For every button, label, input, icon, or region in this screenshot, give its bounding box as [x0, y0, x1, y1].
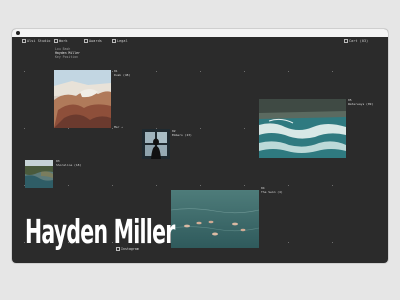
nav-legal-label: Legal	[117, 39, 128, 43]
grid-dot	[332, 242, 333, 243]
nav-legal[interactable]: Legal	[112, 39, 128, 43]
wordmark-logo[interactable]: Hayden Miller	[25, 215, 175, 248]
grid-dot	[288, 71, 289, 72]
project-tag-embers: 02 Embers (23)	[172, 129, 192, 138]
project-thumbnail-shoreline[interactable]	[25, 160, 53, 188]
nav-awards-label: Awards	[89, 39, 102, 43]
browser-window: Alsi Studio Work Awards Legal Cart (03) …	[12, 29, 388, 263]
project-thumbnail-the-swim[interactable]	[171, 190, 259, 248]
square-icon	[22, 39, 26, 43]
project-thumbnail-waterways[interactable]	[259, 99, 346, 158]
project-title[interactable]: Dusk (48)	[114, 73, 130, 78]
grid-dot	[68, 185, 69, 186]
grid-dot	[244, 128, 245, 129]
grid-dot	[244, 185, 245, 186]
project-thumbnail-dusk[interactable]	[54, 70, 111, 128]
window-silhouette-icon	[142, 129, 170, 159]
intro-line: Key Position	[55, 55, 79, 60]
grid-dot	[24, 71, 25, 72]
nav-work-label: Work	[59, 39, 68, 43]
project-tag-dusk: 01 Dusk (48)	[114, 69, 130, 78]
square-icon	[54, 39, 58, 43]
project-title[interactable]: Embers (23)	[172, 133, 192, 138]
grid-dot	[24, 128, 25, 129]
grid-dot	[200, 185, 201, 186]
project-tag-shoreline: 03 Shoreline (18)	[56, 159, 81, 168]
square-icon	[344, 39, 348, 43]
nav-cart-label: Cart (03)	[349, 39, 369, 43]
grid-dot	[156, 71, 157, 72]
grid-dot	[200, 128, 201, 129]
grid-dot	[288, 242, 289, 243]
instagram-label: Instagram	[121, 247, 139, 251]
nav-awards[interactable]: Awards	[84, 39, 102, 43]
instagram-link[interactable]: Instagram	[116, 247, 139, 251]
square-icon	[116, 247, 120, 251]
grid-dot	[200, 71, 201, 72]
nav-work[interactable]: Work	[54, 39, 68, 43]
grid-dot	[112, 71, 113, 72]
square-icon	[112, 39, 116, 43]
coast-aerial-icon	[25, 160, 53, 188]
swimmers-sea-icon	[171, 190, 259, 248]
project-title[interactable]: The Swim (4)	[261, 190, 283, 195]
grid-dot	[332, 185, 333, 186]
square-icon	[84, 39, 88, 43]
project-tag-waterways: 05 Waterways (09)	[348, 98, 373, 107]
grid-dot	[68, 128, 69, 129]
grid-dot	[332, 71, 333, 72]
project-thumbnail-embers[interactable]	[142, 129, 170, 159]
side-label[interactable]: Mar →	[114, 125, 123, 130]
intro-block: Lou Bash Hayden Miller Key Position	[55, 47, 80, 60]
grid-dot	[156, 185, 157, 186]
nav-studio-label: Alsi Studio	[27, 39, 51, 43]
grid-dot	[288, 185, 289, 186]
project-title[interactable]: Waterways (09)	[348, 102, 373, 107]
nav-cart[interactable]: Cart (03)	[344, 39, 368, 43]
rock-landscape-icon	[54, 70, 111, 128]
rapids-river-icon	[259, 99, 346, 158]
grid-dot	[112, 128, 113, 129]
window-dot-icon	[16, 31, 20, 35]
browser-chrome	[12, 29, 388, 37]
grid-dot	[112, 185, 113, 186]
project-tag-the-swim: 04 The Swim (4)	[261, 186, 283, 195]
nav-studio[interactable]: Alsi Studio	[22, 39, 51, 43]
project-title[interactable]: Shoreline (18)	[56, 163, 81, 168]
grid-dot	[244, 71, 245, 72]
